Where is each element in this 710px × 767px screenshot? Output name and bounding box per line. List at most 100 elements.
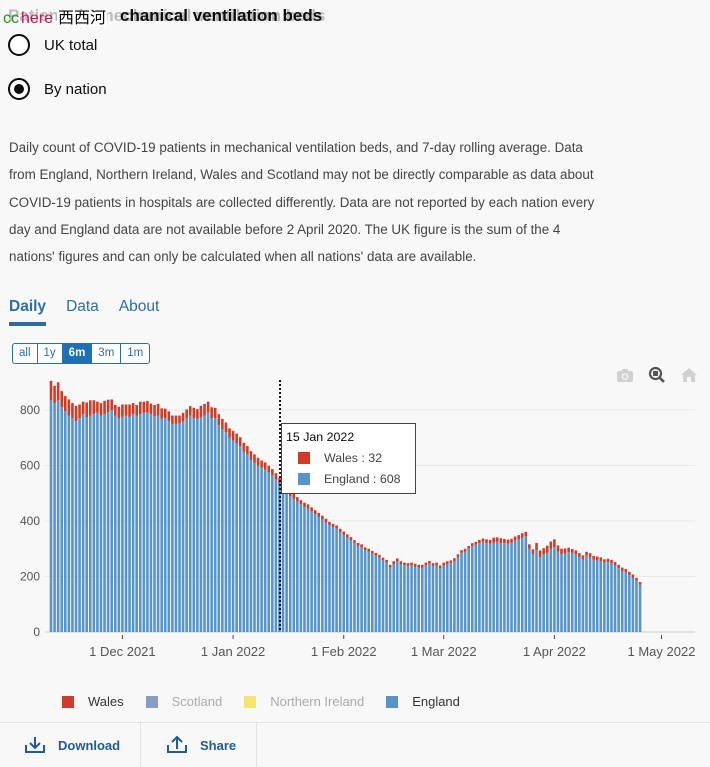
chart-legend: Wales Scotland Northern Ireland England (62, 694, 482, 709)
bar-wales (131, 403, 135, 415)
bar-wales (224, 422, 228, 433)
bar-england (560, 554, 563, 632)
bar-wales (324, 518, 328, 523)
bar-england (510, 542, 513, 632)
radio-circle-selected[interactable] (8, 78, 30, 100)
bar-england (88, 415, 92, 632)
bar-wales (106, 399, 110, 413)
bar-england (503, 543, 506, 632)
stacked-bar-chart[interactable]: 0 200 400 600 800 1 Dec 2021 1 Jan 2022 1 Feb … (0, 378, 710, 668)
bar-wales (117, 406, 121, 419)
bar-england (235, 443, 238, 632)
bar-wales (578, 553, 581, 558)
bar-england (81, 414, 85, 632)
range-6m-button[interactable]: 6m (62, 344, 93, 363)
bar-wales (424, 562, 428, 566)
bar-wales (613, 562, 617, 566)
chart-footer: Download Share (0, 722, 710, 767)
bar-england (303, 507, 306, 632)
tab-daily[interactable]: Daily (9, 298, 47, 326)
bar-wales (378, 554, 381, 558)
bar-england (335, 528, 338, 632)
bar-england (485, 543, 488, 632)
bar-wales (478, 539, 481, 544)
bar-england (420, 567, 424, 632)
bar-england (96, 412, 99, 632)
radio-uk-total[interactable]: UK total (8, 34, 97, 56)
tooltip-row-england: England : 608 (298, 472, 401, 486)
bar-england (110, 410, 113, 632)
bar-wales (556, 545, 560, 552)
bar-england (131, 414, 135, 632)
bar-wales (488, 539, 492, 544)
bar-england (242, 451, 246, 632)
bar-england (356, 545, 360, 632)
footer-divider (256, 723, 257, 767)
y-tick-label: 200 (20, 570, 40, 584)
bar-england (631, 577, 635, 632)
bar-england (171, 423, 174, 632)
bar-wales (249, 451, 253, 460)
download-button[interactable]: Download (24, 723, 120, 767)
bar-wales (113, 405, 117, 416)
bar-wales (71, 403, 74, 419)
bar-wales (188, 406, 192, 416)
bar-england (488, 543, 492, 632)
bar-wales (303, 502, 306, 508)
range-1y-button[interactable]: 1y (38, 344, 63, 363)
bar-england (256, 465, 260, 632)
range-1m-button[interactable]: 1m (121, 344, 149, 363)
bar-wales (267, 465, 271, 473)
bar-wales (385, 559, 388, 563)
tab-data[interactable]: Data (66, 298, 99, 326)
bar-wales (63, 396, 67, 412)
share-button[interactable]: Share (166, 723, 236, 767)
bar-wales (610, 559, 613, 564)
bar-england (410, 565, 413, 632)
watermark-overlay: cc here 西西河 (3, 4, 108, 28)
bar-wales (428, 560, 431, 564)
range-3m-button[interactable]: 3m (92, 344, 122, 363)
bar-wales (560, 548, 563, 555)
legend-item-england[interactable]: England (386, 694, 460, 709)
legend-item-northern-ireland[interactable]: Northern Ireland (244, 694, 364, 709)
bar-england (203, 415, 206, 632)
bar-wales (135, 405, 138, 416)
bar-england (456, 557, 460, 632)
bar-england (549, 548, 553, 632)
bar-wales (67, 399, 71, 416)
bar-england (56, 400, 60, 632)
bar-england (563, 553, 567, 632)
bar-england (492, 542, 495, 632)
bar-wales (242, 442, 246, 452)
bar-wales (520, 533, 524, 538)
bar-england (538, 557, 542, 632)
bar-england (592, 559, 595, 632)
bar-england (271, 475, 274, 632)
bar-wales (588, 553, 592, 558)
overlay-here-link[interactable]: here (21, 10, 53, 27)
bar-england (445, 564, 449, 632)
bar-england (99, 415, 103, 632)
bar-england (363, 550, 367, 632)
bar-england (342, 534, 346, 632)
bar-wales (406, 563, 410, 566)
bar-england (138, 414, 142, 632)
legend-item-wales[interactable]: Wales (62, 694, 124, 709)
bar-england (567, 552, 570, 632)
range-all-button[interactable]: all (13, 344, 38, 363)
radio-by-nation[interactable]: By nation (8, 78, 107, 100)
radio-circle[interactable] (8, 34, 30, 56)
bar-wales (595, 556, 599, 561)
bar-england (121, 416, 124, 632)
bar-england (620, 570, 624, 632)
bar-england (360, 547, 363, 632)
bar-england (517, 539, 520, 632)
legend-item-scotland[interactable]: Scotland (145, 694, 222, 709)
bar-england (224, 432, 228, 632)
x-tick-label: 1 Apr 2022 (523, 644, 586, 659)
bar-england (231, 440, 235, 632)
y-tick-label: 0 (33, 625, 40, 639)
bar-wales (178, 415, 181, 424)
tab-about[interactable]: About (119, 298, 160, 326)
